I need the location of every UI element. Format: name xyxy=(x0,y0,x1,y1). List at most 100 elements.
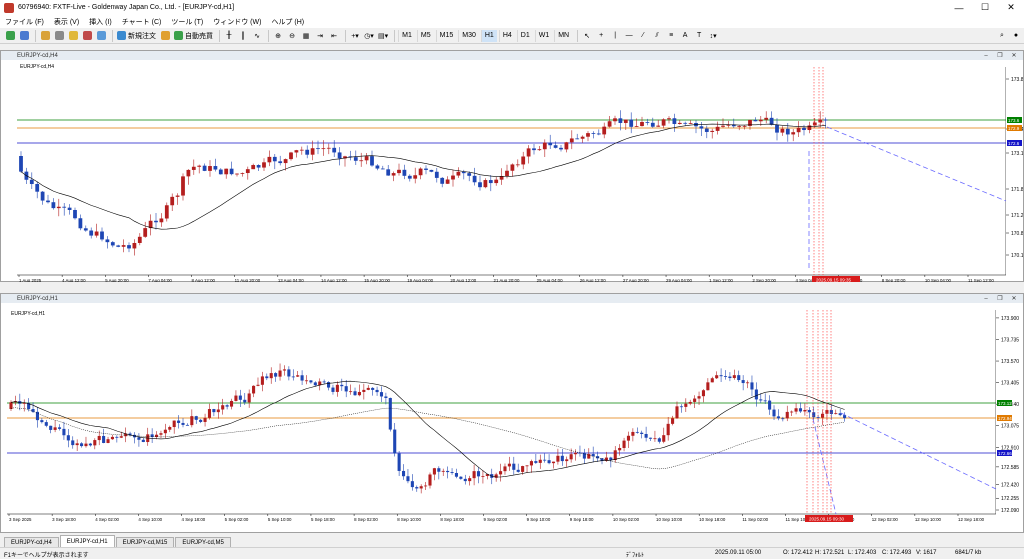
candlestick-icon[interactable]: ┃ xyxy=(237,30,249,42)
crosshair-icon[interactable]: + xyxy=(595,30,607,42)
tab-eurjpy-m5[interactable]: EURJPY-cd,M5 xyxy=(175,537,231,547)
arrows-icon[interactable]: ↕▾ xyxy=(707,30,719,42)
h4-chart-canvas[interactable]: 173.8173.1172.4171.8171.2170.8170.11 Aug… xyxy=(1,61,1023,282)
label-tool-icon[interactable]: T xyxy=(693,30,705,42)
timeframe-m5[interactable]: M5 xyxy=(416,29,434,42)
minimize-button[interactable]: — xyxy=(946,0,972,15)
indicators-icon[interactable]: +▾ xyxy=(349,30,361,42)
candle-body xyxy=(538,459,542,463)
chart-window-h1[interactable]: EURJPY-cd,H1 – ❐ ✕ EURJPY-cd,H1 173.900 1… xyxy=(0,293,1024,533)
timeframe-m30[interactable]: M30 xyxy=(458,29,479,42)
chart-window-h4[interactable]: EURJPY-cd,H4 – ❐ ✕ EURJPY-cd,H4 173.8 173… xyxy=(0,50,1024,282)
tester-icon[interactable] xyxy=(95,30,107,42)
chart-maximize-button[interactable]: ❐ xyxy=(993,51,1007,60)
periods-icon[interactable]: ◷▾ xyxy=(363,30,375,42)
chart-close-button[interactable]: ✕ xyxy=(1007,51,1021,60)
menu-insert[interactable]: 挿入 (I) xyxy=(84,17,117,27)
metaeditor-icon[interactable] xyxy=(159,30,171,42)
chart-minimize-button[interactable]: – xyxy=(979,51,993,60)
candle-body xyxy=(337,152,342,159)
menu-file[interactable]: ファイル (F) xyxy=(0,17,49,27)
chart-shift-icon[interactable]: ⇤ xyxy=(328,30,340,42)
zoom-in-icon[interactable]: ⊕ xyxy=(272,30,284,42)
candle-body xyxy=(758,119,763,122)
profiles-icon[interactable] xyxy=(18,30,30,42)
data-window-icon[interactable] xyxy=(53,30,65,42)
candle-body xyxy=(671,418,675,424)
candle-body xyxy=(177,420,181,423)
tab-eurjpy-h4[interactable]: EURJPY-cd,H4 xyxy=(4,537,59,547)
candle-body xyxy=(267,156,272,163)
candle-body xyxy=(84,443,88,447)
candle-body xyxy=(424,485,428,487)
auto-trading-button[interactable]: 自動売買 xyxy=(173,30,214,42)
candle-body xyxy=(754,389,758,400)
text-tool-icon[interactable]: A xyxy=(679,30,691,42)
candle-body xyxy=(476,471,481,477)
candle-body xyxy=(483,180,488,188)
candle-body xyxy=(260,376,264,385)
tile-windows-icon[interactable]: ▦ xyxy=(300,30,312,42)
new-chart-icon[interactable] xyxy=(4,30,16,42)
cursor-icon[interactable]: ↖ xyxy=(581,30,593,42)
vertical-line-icon[interactable]: | xyxy=(609,30,621,42)
timeframe-h4[interactable]: H4 xyxy=(498,29,515,42)
timeframe-h1[interactable]: H1 xyxy=(480,29,497,42)
timeframe-m15[interactable]: M15 xyxy=(435,29,457,42)
timeframe-w1[interactable]: W1 xyxy=(534,29,553,42)
maximize-button[interactable]: ☐ xyxy=(972,0,998,15)
line-chart-icon[interactable]: ∿ xyxy=(251,30,263,42)
channel-icon[interactable]: ⫽ xyxy=(651,30,663,42)
candle-body xyxy=(746,382,750,384)
user-icon[interactable]: ● xyxy=(1010,30,1022,42)
zoom-out-icon[interactable]: ⊖ xyxy=(286,30,298,42)
chart-close-button[interactable]: ✕ xyxy=(1007,294,1021,303)
candle-body xyxy=(119,436,123,438)
candle-body xyxy=(269,373,273,379)
candle-body xyxy=(823,119,828,121)
candle-body xyxy=(141,439,145,443)
menu-charts[interactable]: チャート (C) xyxy=(117,17,167,27)
trendline-icon[interactable]: ⁄ xyxy=(637,30,649,42)
fibonacci-icon[interactable]: ≡ xyxy=(665,30,677,42)
chart-minimize-button[interactable]: – xyxy=(979,294,993,303)
candle-body xyxy=(666,423,670,436)
candle-body xyxy=(316,148,320,150)
price-tick-label: 172.420 xyxy=(1001,483,1019,489)
candle-body xyxy=(170,196,175,206)
menu-window[interactable]: ウィンドウ (W) xyxy=(208,17,266,27)
market-watch-icon[interactable] xyxy=(39,30,51,42)
candle-body xyxy=(391,173,396,176)
new-order-button[interactable]: 新規注文 xyxy=(116,30,157,42)
horizontal-line-icon[interactable]: — xyxy=(623,30,635,42)
menu-tools[interactable]: ツール (T) xyxy=(166,17,208,27)
templates-icon[interactable]: ▤▾ xyxy=(377,30,389,42)
candle-body xyxy=(481,476,485,477)
timeframe-mn[interactable]: MN xyxy=(554,29,572,42)
candle-body xyxy=(693,398,697,402)
menu-help[interactable]: ヘルプ (H) xyxy=(266,17,309,27)
candle-body xyxy=(437,468,441,472)
timeframe-d1[interactable]: D1 xyxy=(516,29,533,42)
bar-chart-icon[interactable]: ╫ xyxy=(223,30,235,42)
candle-body xyxy=(132,242,137,249)
timeframe-m1[interactable]: M1 xyxy=(398,29,415,42)
candle-body xyxy=(287,369,291,377)
auto-trading-label: 自動売買 xyxy=(185,32,213,40)
autoscroll-icon[interactable]: ⇥ xyxy=(314,30,326,42)
candle-body xyxy=(505,170,509,177)
navigator-icon[interactable] xyxy=(67,30,79,42)
candle-body xyxy=(53,427,57,430)
close-button[interactable]: ✕ xyxy=(998,0,1024,15)
search-icon[interactable]: ⌕ xyxy=(996,30,1008,42)
candle-body xyxy=(463,478,467,482)
chart-maximize-button[interactable]: ❐ xyxy=(993,294,1007,303)
status-bar: F1キーでヘルプが表示されます ﾃﾞﾌｫﾙﾄ 2025.09.11 05:00 … xyxy=(0,547,1024,559)
terminal-icon[interactable] xyxy=(81,30,93,42)
h1-chart-canvas[interactable]: 173.900173.735173.570173.405173.240173.0… xyxy=(1,304,1023,533)
candle-body xyxy=(640,432,644,434)
menu-view[interactable]: 表示 (V) xyxy=(49,17,84,27)
candle-body xyxy=(472,471,476,479)
tab-eurjpy-h1[interactable]: EURJPY-cd,H1 xyxy=(59,535,115,547)
tab-eurjpy-m15[interactable]: EURJPY-cd,M15 xyxy=(115,537,175,547)
